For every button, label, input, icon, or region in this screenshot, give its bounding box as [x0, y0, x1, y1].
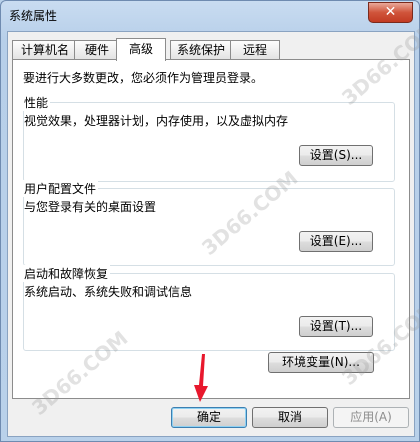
cancel-button[interactable]: 取消: [252, 407, 328, 428]
startup-recovery-description: 系统启动、系统失败和调试信息: [24, 285, 193, 299]
tab-advanced[interactable]: 高级: [116, 38, 166, 61]
title-bar[interactable]: 系统属性 ✕: [1, 1, 419, 31]
performance-settings-button[interactable]: 设置(S)...: [299, 145, 373, 166]
advanced-tab-panel: 要进行大多数更改，您必须作为管理员登录。 性能 视觉效果，处理器计划，内存使用，…: [12, 59, 410, 399]
startup-recovery-settings-button[interactable]: 设置(T)...: [299, 316, 373, 337]
admin-note: 要进行大多数更改，您必须作为管理员登录。: [23, 71, 264, 85]
startup-recovery-title: 启动和故障恢复: [22, 265, 111, 282]
startup-recovery-group: 启动和故障恢复 系统启动、系统失败和调试信息 设置(T)...: [22, 265, 395, 351]
user-profiles-group: 用户配置文件 与您登录有关的桌面设置 设置(E)...: [22, 180, 395, 266]
tab-system-protection[interactable]: 系统保护: [170, 40, 232, 59]
tab-hardware[interactable]: 硬件: [74, 40, 120, 59]
close-button[interactable]: ✕: [368, 2, 413, 23]
user-profiles-title: 用户配置文件: [22, 180, 99, 197]
ok-button[interactable]: 确定: [171, 407, 247, 428]
dialog-client: 计算机名 硬件 高级 系统保护 远程 要进行大多数更改，您必须作为管理员登录。 …: [7, 31, 415, 437]
system-properties-window: 系统属性 ✕ 计算机名 硬件 高级 系统保护 远程 要进行大多数更改，您必须作为…: [0, 0, 420, 442]
performance-title: 性能: [22, 94, 51, 111]
red-arrow-annotation: [194, 354, 208, 402]
tab-computer-name[interactable]: 计算机名: [12, 40, 78, 59]
performance-description: 视觉效果，处理器计划，内存使用，以及虚拟内存: [24, 114, 289, 128]
user-profiles-settings-button[interactable]: 设置(E)...: [299, 231, 373, 252]
environment-variables-button[interactable]: 环境变量(N)...: [268, 352, 374, 373]
window-title: 系统属性: [9, 9, 58, 23]
tab-remote[interactable]: 远程: [230, 40, 280, 59]
apply-button: 应用(A): [333, 407, 409, 428]
performance-group: 性能 视觉效果，处理器计划，内存使用，以及虚拟内存 设置(S)...: [22, 94, 395, 182]
user-profiles-description: 与您登录有关的桌面设置: [24, 200, 157, 214]
